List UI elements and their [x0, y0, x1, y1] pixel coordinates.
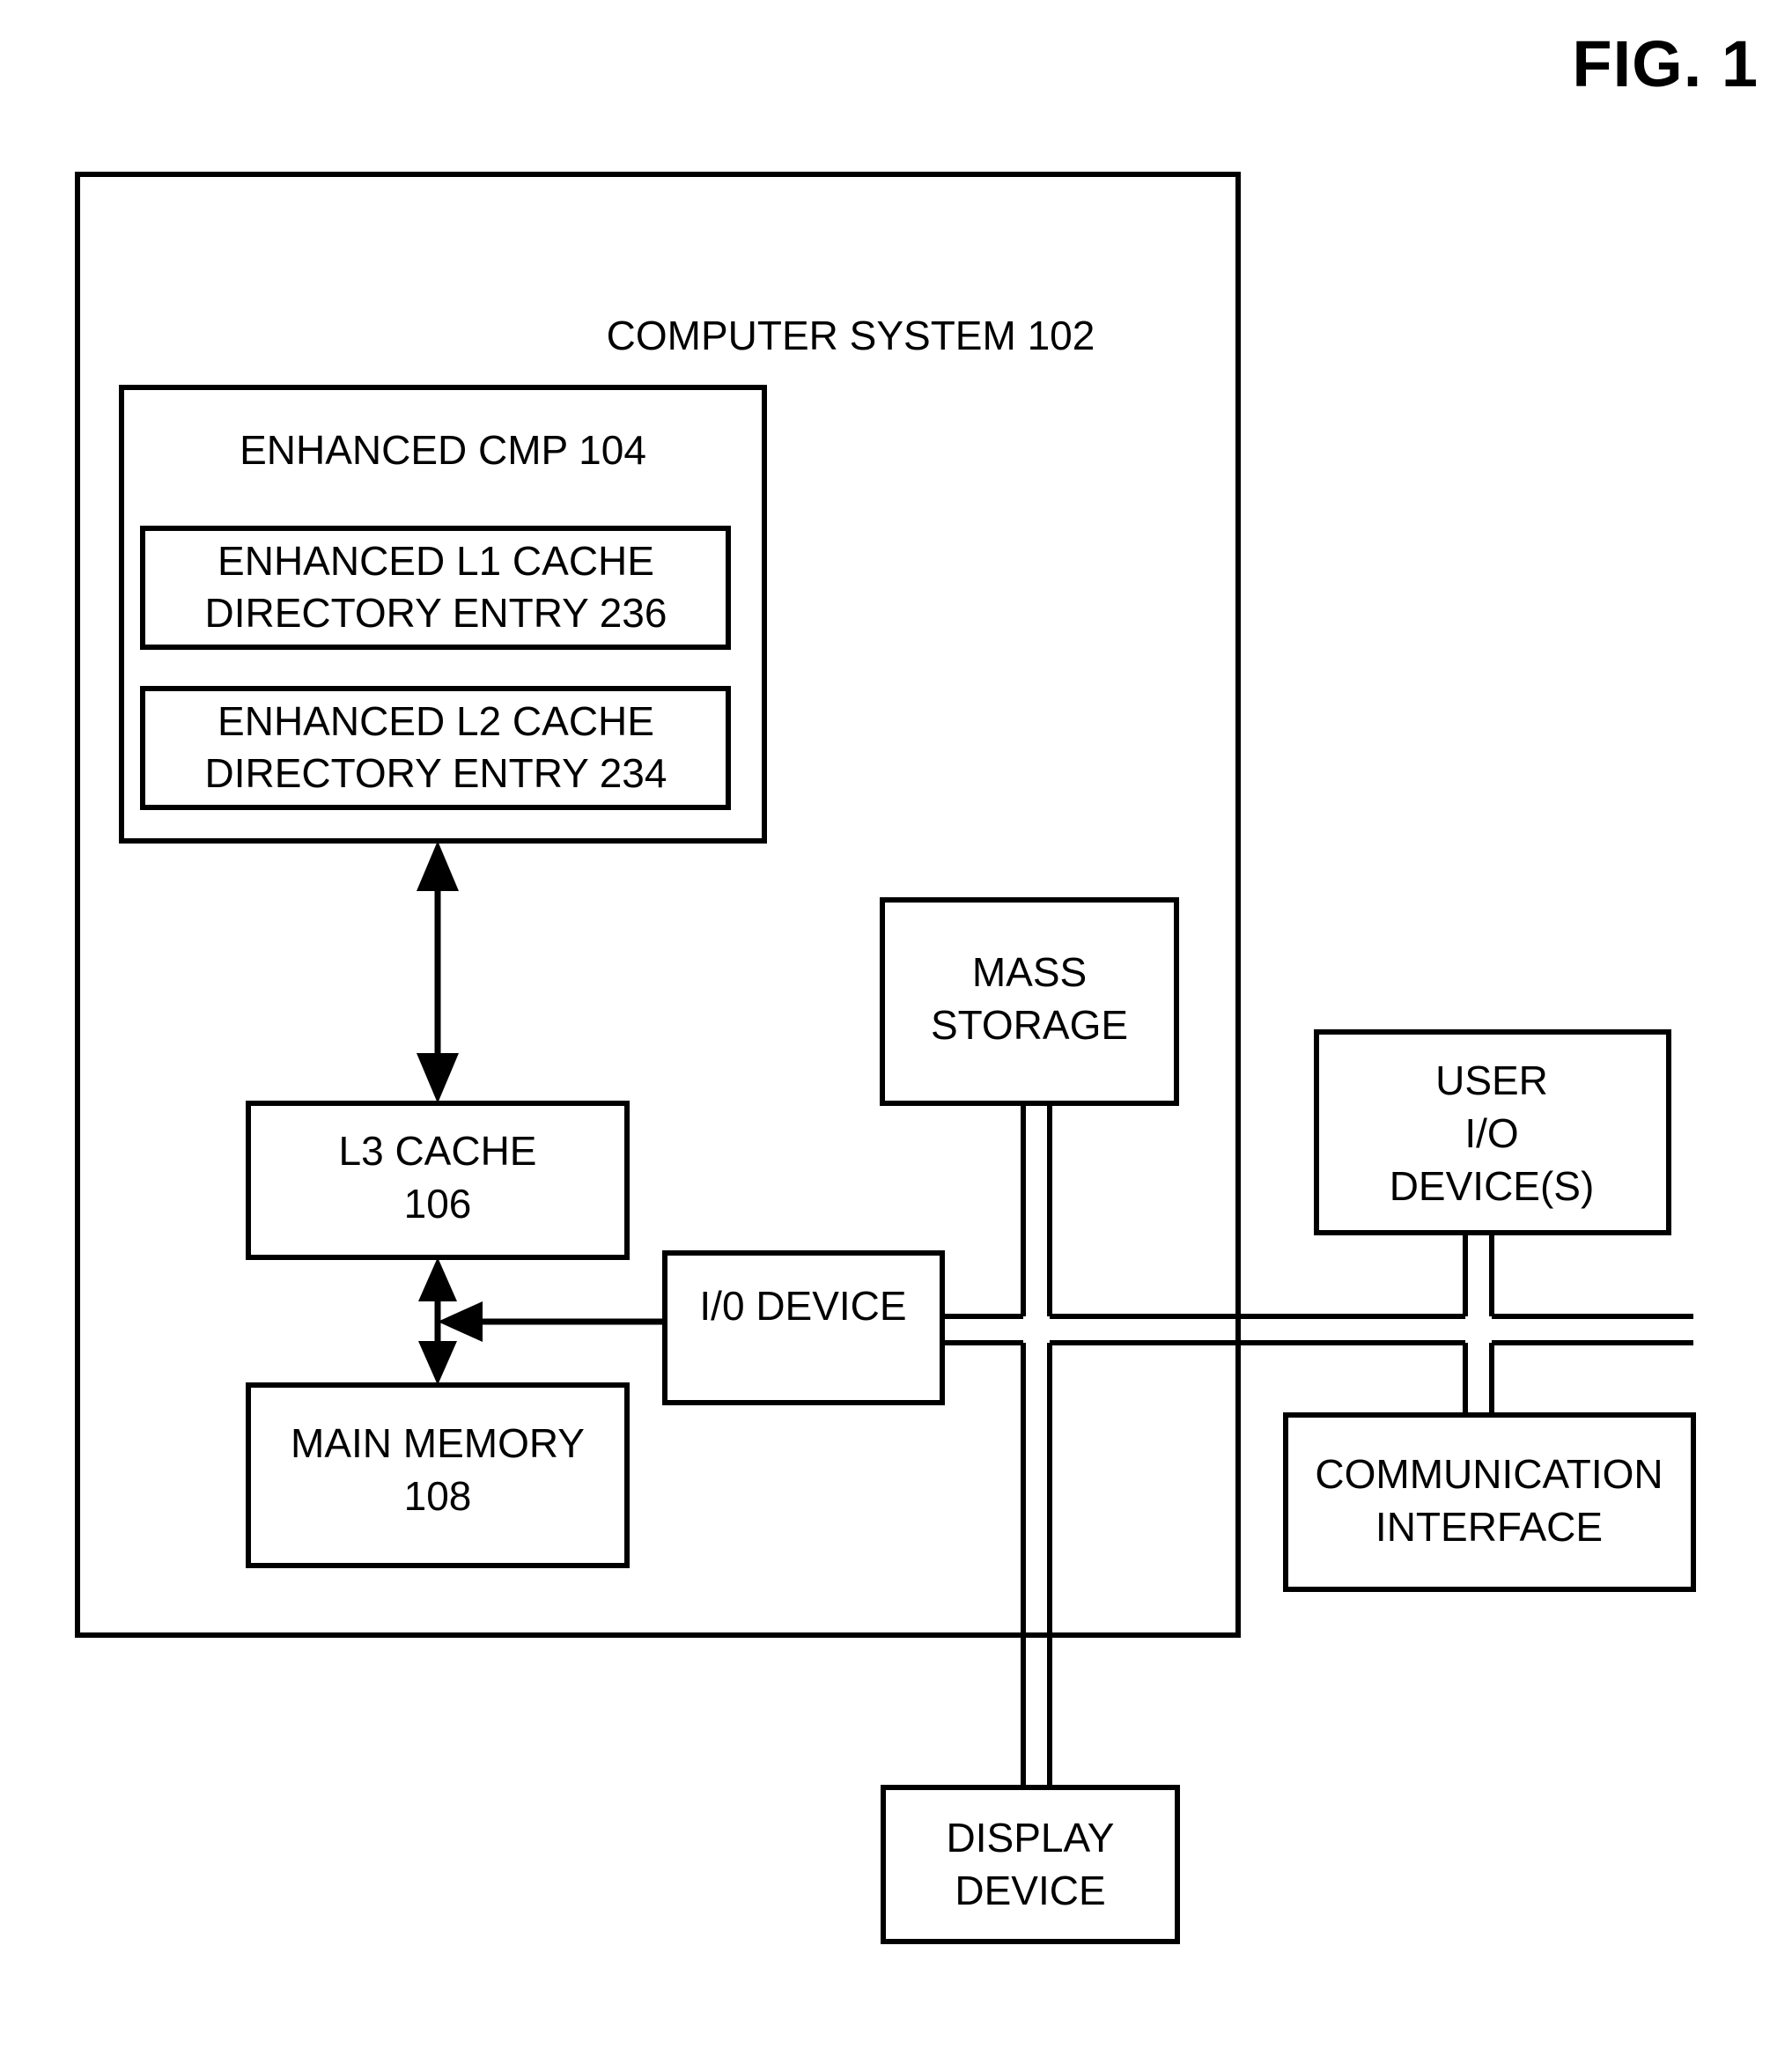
- l2-directory-entry-line2: DIRECTORY ENTRY 234: [205, 750, 667, 796]
- arrowhead-down: [418, 1341, 457, 1385]
- cmp-to-l3-cache-arrow: [417, 841, 459, 1103]
- user-io-devices-line1: USER: [1435, 1057, 1548, 1103]
- block-diagram: COMPUTER SYSTEM 102 ENHANCED CMP 104 ENH…: [75, 172, 1696, 1944]
- arrowhead-up: [417, 841, 459, 891]
- computer-system-label: COMPUTER SYSTEM 102: [607, 313, 1095, 358]
- l1-directory-entry-line2: DIRECTORY ENTRY 236: [205, 590, 667, 636]
- user-io-devices-line2: I/O: [1464, 1110, 1518, 1156]
- mass-storage-line2: STORAGE: [931, 1002, 1128, 1048]
- l2-directory-entry-line1: ENHANCED L2 CACHE: [218, 698, 654, 744]
- figure-page: FIG. 1 COMPUTER SYSTEM 102 ENHANCED CMP …: [0, 0, 1792, 2056]
- communication-interface-box: [1283, 1412, 1696, 1592]
- communication-interface-line1: COMMUNICATION: [1315, 1451, 1663, 1497]
- arrowhead-left: [438, 1301, 483, 1342]
- io-device-to-memory-bus-arrow: [438, 1301, 665, 1342]
- l3-cache-line2: 106: [404, 1181, 472, 1227]
- arrowhead-down: [417, 1053, 459, 1103]
- user-io-bus: [1463, 1233, 1494, 1415]
- arrowhead-up: [418, 1257, 457, 1301]
- display-device-box: [881, 1785, 1180, 1944]
- communication-interface-line2: INTERFACE: [1375, 1504, 1603, 1550]
- mass-storage-line1: MASS: [972, 949, 1087, 995]
- l1-directory-entry-line1: ENHANCED L1 CACHE: [218, 538, 654, 584]
- main-memory-line2: 108: [404, 1473, 472, 1519]
- io-device-label: I/0 DEVICE: [699, 1283, 906, 1329]
- l3-cache-line1: L3 CACHE: [339, 1128, 537, 1174]
- mass-storage-bus: [1021, 1103, 1052, 1787]
- display-device-line1: DISPLAY: [947, 1815, 1115, 1861]
- display-device-line2: DEVICE: [955, 1868, 1105, 1913]
- enhanced-cmp-label: ENHANCED CMP 104: [240, 427, 646, 473]
- user-io-devices-line3: DEVICE(S): [1390, 1163, 1595, 1209]
- main-memory-line1: MAIN MEMORY: [291, 1420, 585, 1466]
